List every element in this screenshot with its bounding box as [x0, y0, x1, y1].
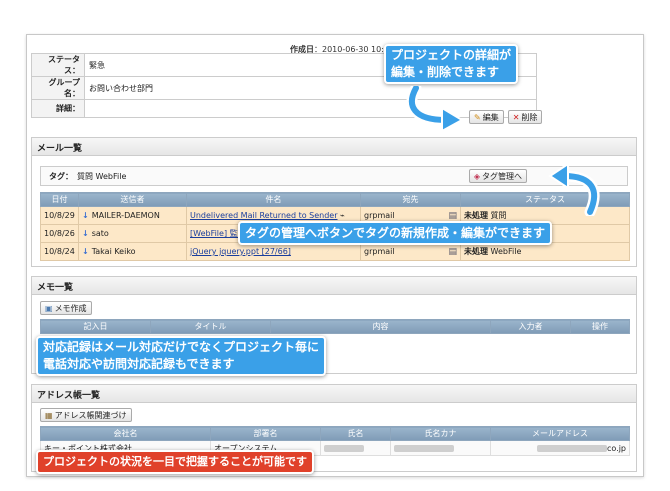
tag-icon: ◈ [473, 171, 480, 181]
document-icon: ▤ [448, 210, 457, 221]
memo-section-title: メモ一覧 [32, 277, 636, 295]
addressbook-icon: ▦ [45, 410, 53, 420]
col-email[interactable]: メールアドレス [490, 426, 630, 441]
memo-table: 記入日 タイトル 内容 入力者 操作 [40, 319, 630, 334]
col-memo-date[interactable]: 記入日 [40, 319, 151, 334]
mail-section-title: メール一覧 [32, 138, 636, 156]
memo-create-button[interactable]: ▣ メモ作成 [40, 301, 92, 315]
address-section-title: アドレス帳一覧 [32, 385, 636, 403]
address-link-button[interactable]: ▦ アドレス帳関連づけ [40, 408, 132, 422]
cross-icon: ✕ [512, 112, 520, 122]
attachment-icon: ⌁ [340, 211, 345, 220]
row-subject: jQuery jquery.ppt [27/66] [186, 242, 361, 261]
col-name-kana[interactable]: 氏名カナ [390, 426, 491, 441]
col-to[interactable]: 宛先 [360, 192, 461, 207]
tag-value: 質問 WebFile [77, 171, 127, 181]
incoming-arrow-icon: ↓ [82, 247, 89, 256]
pencil-icon: ✎ [474, 112, 481, 122]
col-memo-content[interactable]: 内容 [270, 319, 491, 334]
delete-button[interactable]: ✕ 削除 [507, 110, 543, 124]
incoming-arrow-icon: ↓ [82, 229, 89, 238]
mail-section: メール一覧 タグ： 質問 WebFile ◈ タグ管理へ 日付 送信者 件名 宛先… [31, 137, 637, 267]
callout-tag-manage: タグの管理へボタンでタグの新規作成・編集ができます [238, 221, 553, 245]
hook-arrow-icon [406, 86, 465, 132]
callout-edit-delete: プロジェクトの詳細が 編集・削除できます [384, 44, 519, 84]
row-date: 10/8/24 [40, 242, 79, 261]
col-memo-action[interactable]: 操作 [570, 319, 630, 334]
row-date: 10/8/29 [40, 206, 79, 225]
row-to: grpmail ▤ [360, 242, 461, 261]
callout-overview: プロジェクトの状況を一目で把握することが可能です [36, 450, 314, 474]
field-label: ステータス： [31, 53, 85, 77]
row-email: co.jp [490, 440, 630, 456]
row-sender: ↓ MAILER-DAEMON [78, 206, 187, 225]
col-dept[interactable]: 部署名 [210, 426, 321, 441]
tag-manage-button[interactable]: ◈ タグ管理へ [468, 169, 527, 183]
col-name[interactable]: 氏名 [320, 426, 391, 441]
row-name [320, 440, 391, 456]
col-sender[interactable]: 送信者 [78, 192, 187, 207]
hook-arrow-icon [548, 162, 600, 216]
row-status: 未処理 WebFile [460, 242, 630, 261]
row-name-kana [390, 440, 491, 456]
project-actions: ✎ 編集 ✕ 削除 [469, 110, 543, 124]
tag-bar: タグ： 質問 WebFile ◈ タグ管理へ [32, 156, 636, 192]
table-row[interactable]: 10/8/24 ↓ Takai Keiko jQuery jquery.ppt [… [40, 242, 630, 261]
incoming-arrow-icon: ↓ [82, 211, 89, 220]
callout-memo: 対応記録はメール対応だけでなくプロジェクト毎に 電話対応や訪問対応記録もできます [36, 336, 327, 376]
field-label: 詳細： [31, 99, 85, 118]
tag-label: タグ： [49, 171, 73, 181]
document-icon: ▤ [448, 246, 457, 257]
subject-link[interactable]: Undelivered Mail Returned to Sender [190, 211, 338, 220]
edit-button[interactable]: ✎ 編集 [469, 110, 504, 124]
col-memo-title[interactable]: タイトル [150, 319, 271, 334]
row-date: 10/8/26 [40, 224, 79, 243]
col-company[interactable]: 会社名 [40, 426, 211, 441]
field-label: グループ名： [31, 76, 85, 100]
col-subject[interactable]: 件名 [186, 192, 361, 207]
memo-icon: ▣ [45, 303, 53, 313]
subject-link[interactable]: jQuery jquery.ppt [27/66] [190, 247, 291, 256]
col-date[interactable]: 日付 [40, 192, 79, 207]
row-sender: ↓ sato [78, 224, 187, 243]
col-memo-author[interactable]: 入力者 [490, 319, 571, 334]
row-sender: ↓ Takai Keiko [78, 242, 187, 261]
